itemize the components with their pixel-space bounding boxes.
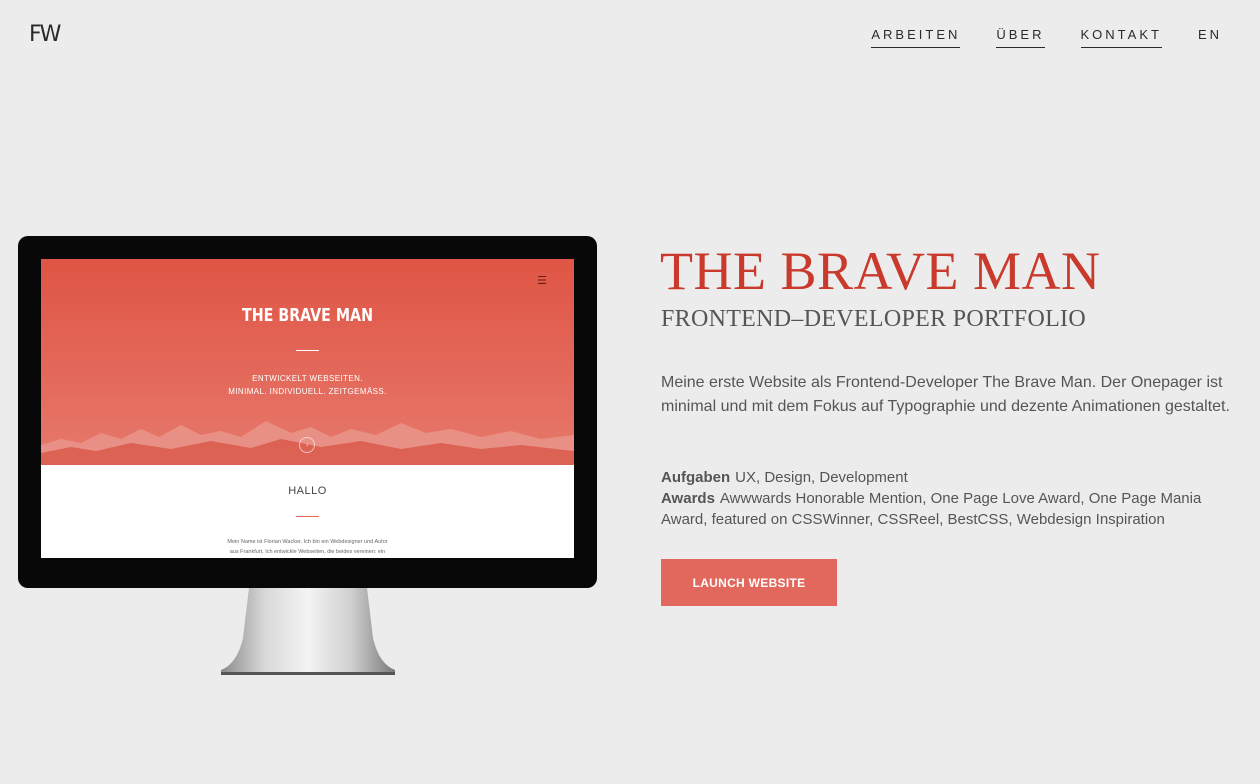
launch-website-button[interactable]: LAUNCH WEBSITE — [661, 559, 837, 606]
preview-divider — [296, 350, 319, 351]
preview-subtitle-line1: ENTWICKELT WEBSEITEN. — [252, 374, 363, 383]
project-title: THE BRAVE MAN — [660, 241, 1101, 301]
scroll-down-icon: ↓ — [299, 437, 315, 453]
tasks-value: UX, Design, Development — [735, 469, 908, 486]
project-meta: Aufgaben UX, Design, Development Awards Aw… — [661, 467, 1241, 530]
monitor-mockup: ☰ THE BRAVE MAN ENTWICKELT WEBSEITEN. MI… — [18, 236, 597, 588]
nav-item-ueber[interactable]: ÜBER — [996, 27, 1045, 48]
website-preview-screen: ☰ THE BRAVE MAN ENTWICKELT WEBSEITEN. MI… — [41, 259, 574, 558]
nav-item-kontakt[interactable]: KONTAKT — [1080, 27, 1162, 48]
tasks-label: Aufgaben — [661, 469, 731, 486]
page: FW ARBEITEN ÜBER KONTAKT EN ☰ THE BRAVE … — [0, 0, 1260, 784]
awards-row: Awards Awwwards Honorable Mention, One Pa… — [661, 488, 1241, 530]
awards-label: Awards — [661, 490, 715, 507]
main-nav: ARBEITEN ÜBER KONTAKT EN — [835, 27, 1222, 48]
preview-subtitle-line2: MINIMAL. INDIVIDUELL. ZEITGEMÄSS. — [228, 387, 387, 396]
preview-body-line1: Mein Name ist Florian Wacker. Ich bin ei… — [227, 539, 388, 545]
preview-body-line2: aus Frankfurt. Ich entwickle Webseiten, … — [229, 549, 386, 555]
preview-hero: ☰ THE BRAVE MAN ENTWICKELT WEBSEITEN. MI… — [41, 259, 574, 465]
hamburger-icon: ☰ — [537, 275, 547, 287]
project-description: Meine erste Website als Frontend-Develop… — [661, 374, 1230, 415]
awards-value: Awwwards Honorable Mention, One Page Lov… — [661, 490, 1202, 528]
logo[interactable]: FW — [29, 22, 61, 47]
preview-body-text: Mein Name ist Florian Wacker. Ich bin ei… — [191, 537, 424, 557]
preview-section-heading: HALLO — [288, 485, 327, 497]
monitor-stand — [221, 588, 395, 675]
nav-item-language[interactable]: EN — [1198, 27, 1222, 48]
preview-subtitle: ENTWICKELT WEBSEITEN. MINIMAL. INDIVIDUE… — [41, 372, 574, 398]
preview-title: THE BRAVE MAN — [241, 305, 374, 326]
tasks-row: Aufgaben UX, Design, Development — [661, 467, 1241, 488]
preview-section-divider — [296, 516, 319, 517]
project-subtitle: FRONTEND–DEVELOPER PORTFOLIO — [661, 306, 1086, 332]
nav-item-arbeiten[interactable]: ARBEITEN — [871, 27, 961, 48]
